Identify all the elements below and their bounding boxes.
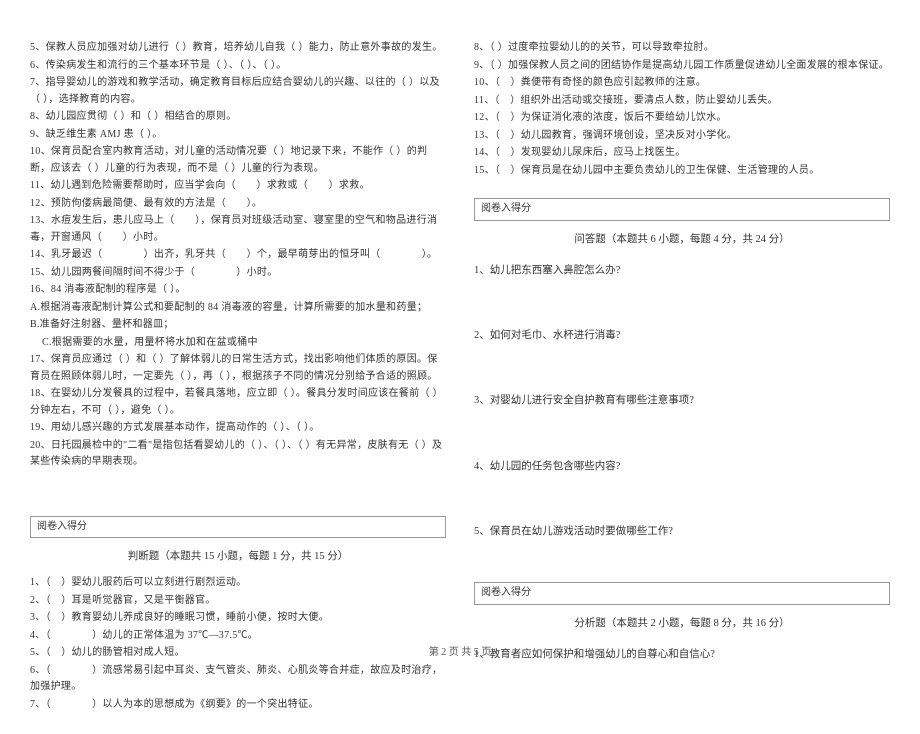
fill-q5: 5、保教人员应加强对幼儿进行（ ）教育，培养幼儿自我（ ）能力，防止意外事故的发… — [30, 40, 446, 57]
ask-q4: 4、幼儿园的任务包含哪些内容? — [474, 458, 890, 475]
fill-q10: 10、保育员配合室内教育活动，对儿童的活动情况要（ ）地记录下来，不能作（ ）的… — [30, 144, 446, 177]
right-column: 8、（ ）过度牵拉婴幼儿的的关节，可以导致牵拉肘。 9、（ ）加强保教人员之间的… — [474, 40, 890, 714]
judge-q6: 6、（ ）流感常易引起中耳炎、支气管炎、肺炎、心肌炎等合并症，故应及时治疗，加强… — [30, 663, 446, 696]
fill-q6: 6、传染病发生和流行的三个基本环节是（ ）、（ ）、（ ）。 — [30, 58, 446, 75]
score-box-ask: 阅卷入得分 — [474, 198, 890, 221]
fill-q16c: C.根据需要的水量，用量杯将水加和在盆或桶中 — [30, 335, 446, 352]
page-footer: 第 2 页 共 5 页 — [0, 643, 920, 658]
score-box-analysis: 阅卷入得分 — [474, 582, 890, 605]
fill-q16: 16、84 消毒液配制的程序是（ ）。 — [30, 282, 446, 299]
fill-q16a: A.根据消毒液配制计算公式和要配制的 84 消毒液的容量，计算所需要的加水量和药… — [30, 300, 446, 317]
page-columns: 5、保教人员应加强对幼儿进行（ ）教育，培养幼儿自我（ ）能力，防止意外事故的发… — [0, 0, 920, 734]
fill-q20: 20、日托园晨检中的"二看"是指包括看婴幼儿的（ ）、（ ）、（ ）有无异常，皮… — [30, 438, 446, 471]
ask-title: 问答题（本题共 6 小题，每题 4 分，共 24 分） — [474, 231, 890, 248]
score-box-judge: 阅卷入得分 — [30, 516, 446, 539]
fill-q19: 19、用幼儿感兴趣的方式发展基本动作，提高动作的（ ）、（ ）。 — [30, 420, 446, 437]
fill-q18: 18、在婴幼儿分发餐具的过程中，若餐具落地，应立即（ ）。餐具分发时间应该在餐前… — [30, 386, 446, 419]
judge-q14: 14、（ ）发现婴幼儿尿床后，应马上找医生。 — [474, 145, 890, 162]
judge-q4: 4、（ ）幼儿的正常体温为 37℃—37.5℃。 — [30, 628, 446, 645]
judge-q7: 7、（ ）以人为本的思想成为《纲要》的一个突出特征。 — [30, 697, 446, 714]
ask-q2: 2、如何对毛巾、水杯进行消毒? — [474, 327, 890, 344]
judge-title: 判断题（本题共 15 小题，每题 1 分，共 15 分） — [30, 548, 446, 565]
judge-q11: 11、（ ）组织外出活动或交接班，要清点人数，防止婴幼儿丢失。 — [474, 93, 890, 110]
judge-q2: 2、（ ）耳是听觉器官，又是平衡器官。 — [30, 593, 446, 610]
judge-q8: 8、（ ）过度牵拉婴幼儿的的关节，可以导致牵拉肘。 — [474, 40, 890, 57]
judge-q15: 15、（ ）保育员是在幼儿园中主要负责幼儿的卫生保健、生活管理的人员。 — [474, 163, 890, 180]
judge-q12: 12、（ ）为保证消化液的浓度，饭后不要给幼儿饮水。 — [474, 110, 890, 127]
fill-q13: 13、水痘发生后，患儿应马上（ ），保育员对班级活动室、寝室里的空气和物品进行消… — [30, 213, 446, 246]
left-column: 5、保教人员应加强对幼儿进行（ ）教育，培养幼儿自我（ ）能力，防止意外事故的发… — [30, 40, 446, 714]
judge-q3: 3、（ ）教育婴幼儿养成良好的睡眠习惯，睡前小便，按时大便。 — [30, 610, 446, 627]
judge-q10: 10、（ ）粪便带有奇怪的颜色应引起教师的注意。 — [474, 75, 890, 92]
ask-q5: 5、保育员在幼儿游戏活动时要做哪些工作? — [474, 523, 890, 540]
fill-q15: 15、幼儿园两餐间隔时间不得少于（ ）小时。 — [30, 265, 446, 282]
analysis-title: 分析题（本题共 2 小题，每题 8 分，共 16 分） — [474, 615, 890, 632]
fill-q9: 9、缺乏维生素 AMJ 患（ ）。 — [30, 127, 446, 144]
fill-q12: 12、预防佝偻病最简便、最有效的方法是（ ）。 — [30, 196, 446, 213]
judge-q1: 1、（ ）婴幼儿服药后可以立刻进行剧烈运动。 — [30, 575, 446, 592]
fill-q14: 14、乳牙最迟（ ）出齐，乳牙共（ ）个，最早萌芽出的恒牙叫（ ）。 — [30, 247, 446, 264]
judge-q13: 13、（ ）幼儿园教育，强调环境创设，坚决反对小学化。 — [474, 128, 890, 145]
fill-q8: 8、幼儿园应贯彻（ ）和（ ）相结合的原则。 — [30, 109, 446, 126]
ask-q3: 3、对婴幼儿进行安全自护教育有哪些注意事项? — [474, 392, 890, 409]
fill-q7: 7、指导婴幼儿的游戏和教学活动，确定教育目标后应结合婴幼儿的兴趣、以往的（ ）以… — [30, 75, 446, 108]
judge-q9: 9、（ ）加强保教人员之间的团结协作是提高幼儿园工作质量促进幼儿全面发展的根本保… — [474, 58, 890, 75]
fill-q16b: B.准备好注射器、量杯和器皿； — [30, 317, 446, 334]
ask-q1: 1、幼儿把东西塞入鼻腔怎么办? — [474, 262, 890, 279]
fill-q17: 17、保育员应通过（ ）和（ ）了解体弱儿的日常生活方式，找出影响他们体质的原因… — [30, 352, 446, 385]
fill-q11: 11、幼儿遇到危险需要帮助时，应当学会向（ ）求救或（ ）求救。 — [30, 178, 446, 195]
